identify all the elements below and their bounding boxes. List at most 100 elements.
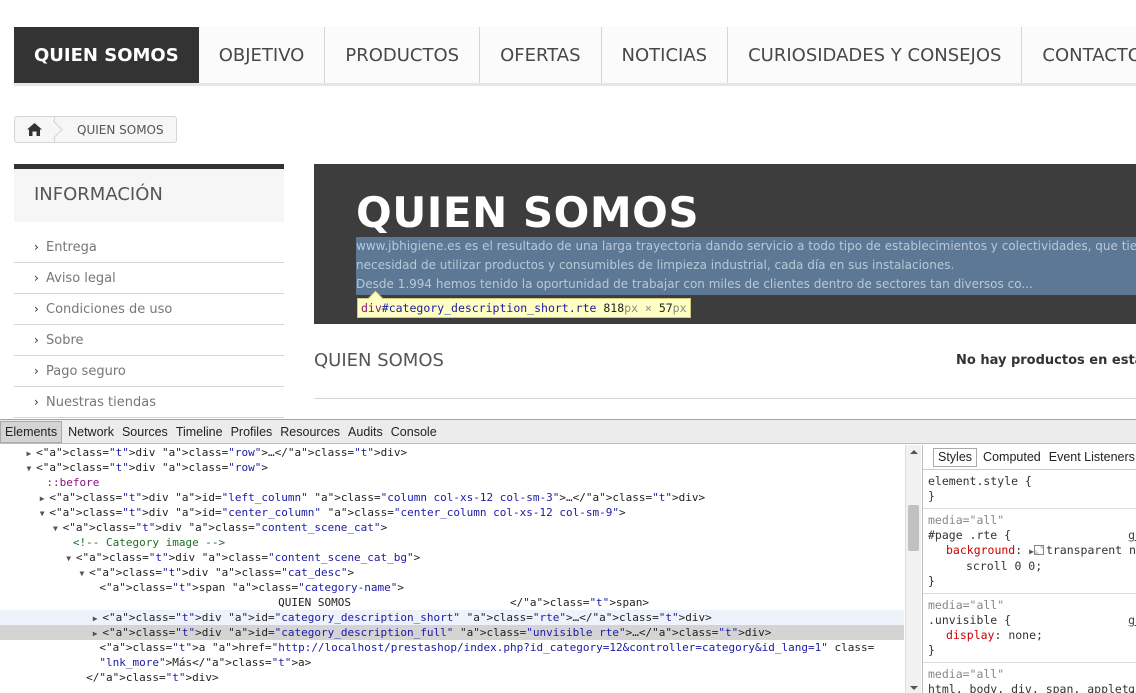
rule-source-link[interactable]: gl [1128, 682, 1136, 693]
dom-scrollbar[interactable] [905, 445, 921, 693]
information-title: INFORMACIÓN [14, 164, 284, 222]
css-property[interactable]: scroll 0 0; [928, 559, 1131, 574]
dom-node-line[interactable]: ▼ <"a">class="t">div "a">class="content_… [0, 550, 904, 565]
expand-arrow-icon[interactable]: ▶ [93, 614, 103, 623]
dom-node-line[interactable]: ▼ <"a">class="t">div "a">id="center_colu… [0, 505, 904, 520]
nav-item-productos[interactable]: PRODUCTOS [325, 27, 481, 83]
css-rule[interactable]: media="all" html, body, div, span, applet… [923, 663, 1136, 693]
css-rule[interactable]: element.style {} [923, 470, 1136, 509]
expand-arrow-icon[interactable]: ▶ [40, 494, 50, 503]
rule-media: media="all" [928, 513, 1005, 527]
dom-node-line[interactable]: ▼ <"a">class="t">div "a">class="content_… [0, 520, 904, 535]
css-property-name: display [946, 628, 995, 642]
nav-item-quien-somos[interactable]: QUIEN SOMOS [14, 27, 199, 83]
scroll-up-icon[interactable] [906, 447, 922, 457]
dom-node-line[interactable]: ▶ <"a">class="t">div "a">id="category_de… [0, 625, 904, 640]
devtools-tab-profiles[interactable]: Profiles [231, 425, 281, 439]
collapse-arrow-icon[interactable]: ▼ [27, 464, 37, 473]
dom-node-line[interactable]: ▶ <"a">class="t">div "a">class="row">…</… [0, 445, 904, 460]
dom-node-markup: </"a">class="t">div> [86, 671, 219, 684]
breadcrumb-home-link[interactable] [15, 117, 55, 142]
information-link-label: Sobre [46, 332, 84, 348]
tooltip-unit-2: px [672, 301, 687, 315]
devtools-tab-elements[interactable]: Elements [0, 420, 63, 443]
devtools-tab-timeline[interactable]: Timeline [176, 425, 231, 439]
website-viewport: QUIEN SOMOS OBJETIVO PRODUCTOS OFERTAS NOTIC… [0, 0, 1136, 418]
collapse-arrow-icon[interactable]: ▼ [79, 569, 89, 578]
chevron-right-icon: › [34, 364, 39, 378]
css-property[interactable]: background: ▶ transparent n [928, 543, 1136, 559]
category-hero-title: QUIEN SOMOS [356, 188, 700, 237]
dom-node-markup: <!-- Category image --> [72, 536, 226, 549]
category-banner: QUIEN SOMOS www.jbhigiene.es es el resul… [314, 164, 1136, 324]
dom-node-markup: <"a">class="t">div "a">id="left_column" … [49, 491, 706, 504]
dom-tree[interactable]: ▶ <"a">class="t">div "a">class="row">…</… [0, 445, 904, 693]
dom-node-line[interactable]: </"a">class="t">div> [0, 670, 904, 685]
information-link[interactable]: › Condiciones de uso [14, 294, 284, 325]
information-link[interactable]: › Sobre [14, 325, 284, 356]
collapse-arrow-icon[interactable]: ▼ [66, 554, 76, 563]
nav-item-noticias[interactable]: NOTICIAS [602, 27, 729, 83]
expand-arrow-icon[interactable]: ▶ [93, 629, 103, 638]
rule-close-brace: } [928, 574, 935, 588]
dom-node-markup: QUIEN SOMOS </"a">class="t">span> [278, 596, 650, 609]
rule-media: media="all" [928, 598, 1005, 612]
information-link-label: Condiciones de uso [46, 301, 173, 317]
devtools-tab-sources[interactable]: Sources [122, 425, 176, 439]
dom-node-line[interactable]: <"a">class="t">a "a">href="http://localh… [0, 640, 904, 655]
css-rule[interactable]: media="all".unvisible { gldisplay: none;} [923, 594, 1136, 663]
dom-scrollbar-thumb[interactable] [908, 505, 919, 551]
css-property[interactable]: display: none; [928, 628, 1131, 643]
nav-item-objetivo[interactable]: OBJETIVO [199, 27, 326, 83]
rule-source-link[interactable]: gl [1128, 528, 1136, 543]
devtools-tab-network[interactable]: Network [68, 425, 122, 439]
dom-node-line[interactable]: ▼ <"a">class="t">div "a">class="cat_desc… [0, 565, 904, 580]
category-name-heading: QUIEN SOMOS [314, 350, 444, 371]
home-icon [27, 123, 42, 136]
dom-node-line[interactable]: "lnk_more">Más</"a">class="t">a> [0, 655, 904, 670]
dom-node-line[interactable]: ▶ <"a">class="t">div "a">id="category_de… [0, 610, 904, 625]
dom-node-line[interactable]: ::before [0, 475, 904, 490]
expand-arrow-icon[interactable]: ▶ [27, 449, 37, 458]
nav-item-curiosidades-y-consejos[interactable]: CURIOSIDADES Y CONSEJOS [728, 27, 1023, 83]
rule-close-brace: } [928, 489, 935, 503]
nav-item-ofertas[interactable]: OFERTAS [480, 27, 602, 83]
color-swatch-icon[interactable] [1033, 545, 1044, 555]
information-link[interactable]: › Entrega [14, 232, 284, 263]
css-rule[interactable]: media="all"#page .rte { glbackground: ▶tr… [923, 509, 1136, 594]
dom-node-line[interactable]: ▶ <"a">class="t">div "a">id="left_column… [0, 490, 904, 505]
breadcrumb-current: QUIEN SOMOS [77, 122, 164, 137]
rule-close-brace: } [928, 643, 935, 657]
tooltip-selector: #category_description_short.rte [381, 301, 597, 315]
dom-node-markup: <"a">class="t">div "a">class="cat_desc"> [89, 566, 355, 579]
dom-node-line[interactable]: QUIEN SOMOS </"a">class="t">span> [0, 595, 904, 610]
rule-source-link[interactable]: gl [1128, 613, 1136, 628]
collapse-arrow-icon[interactable]: ▼ [53, 524, 63, 533]
css-property-name: background [946, 543, 1016, 557]
information-link[interactable]: › Nuestras tiendas [14, 387, 284, 418]
dom-node-markup: <"a">class="t">div "a">class="content_sc… [75, 551, 421, 564]
dom-node-line[interactable]: <!-- Category image --> [0, 535, 904, 550]
rule-selector: #page .rte { [928, 528, 1012, 542]
styles-tab-event-listeners[interactable]: Event Listeners [1049, 450, 1135, 465]
devtools-tab-resources[interactable]: Resources [280, 425, 348, 439]
dom-node-line[interactable]: ▼ <"a">class="t">div "a">class="row"> [0, 460, 904, 475]
styles-tab-styles[interactable]: Styles [933, 447, 978, 467]
styles-tab-computed[interactable]: Computed [983, 450, 1041, 465]
nav-item-contacto[interactable]: CONTACTO [1022, 27, 1136, 83]
dom-node-markup: <"a">class="t">div "a">class="content_sc… [62, 521, 388, 534]
element-inspect-tooltip: div#category_description_short.rte 818px… [357, 298, 691, 318]
devtools-tab-audits[interactable]: Audits [348, 425, 391, 439]
collapse-arrow-icon[interactable]: ▼ [40, 509, 50, 518]
no-products-message: No hay productos en esta cat [956, 353, 1136, 368]
dom-node-line[interactable]: <"a">class="t">span "a">class="category-… [0, 580, 904, 595]
information-link[interactable]: › Aviso legal [14, 263, 284, 294]
description-line: necesidad de utilizar productos y consum… [356, 258, 955, 272]
css-property-value: scroll 0 0; [966, 559, 1043, 573]
devtools-tab-console[interactable]: Console [391, 425, 445, 439]
styles-pane: Styles Computed Event Listeners element.st… [922, 445, 1136, 693]
dom-node-markup: "lnk_more">Más</"a">class="t">a> [99, 656, 312, 669]
css-property-value: transparent n [1045, 543, 1136, 557]
rule-selector: .unvisible { [928, 613, 1012, 627]
information-link[interactable]: › Pago seguro [14, 356, 284, 387]
